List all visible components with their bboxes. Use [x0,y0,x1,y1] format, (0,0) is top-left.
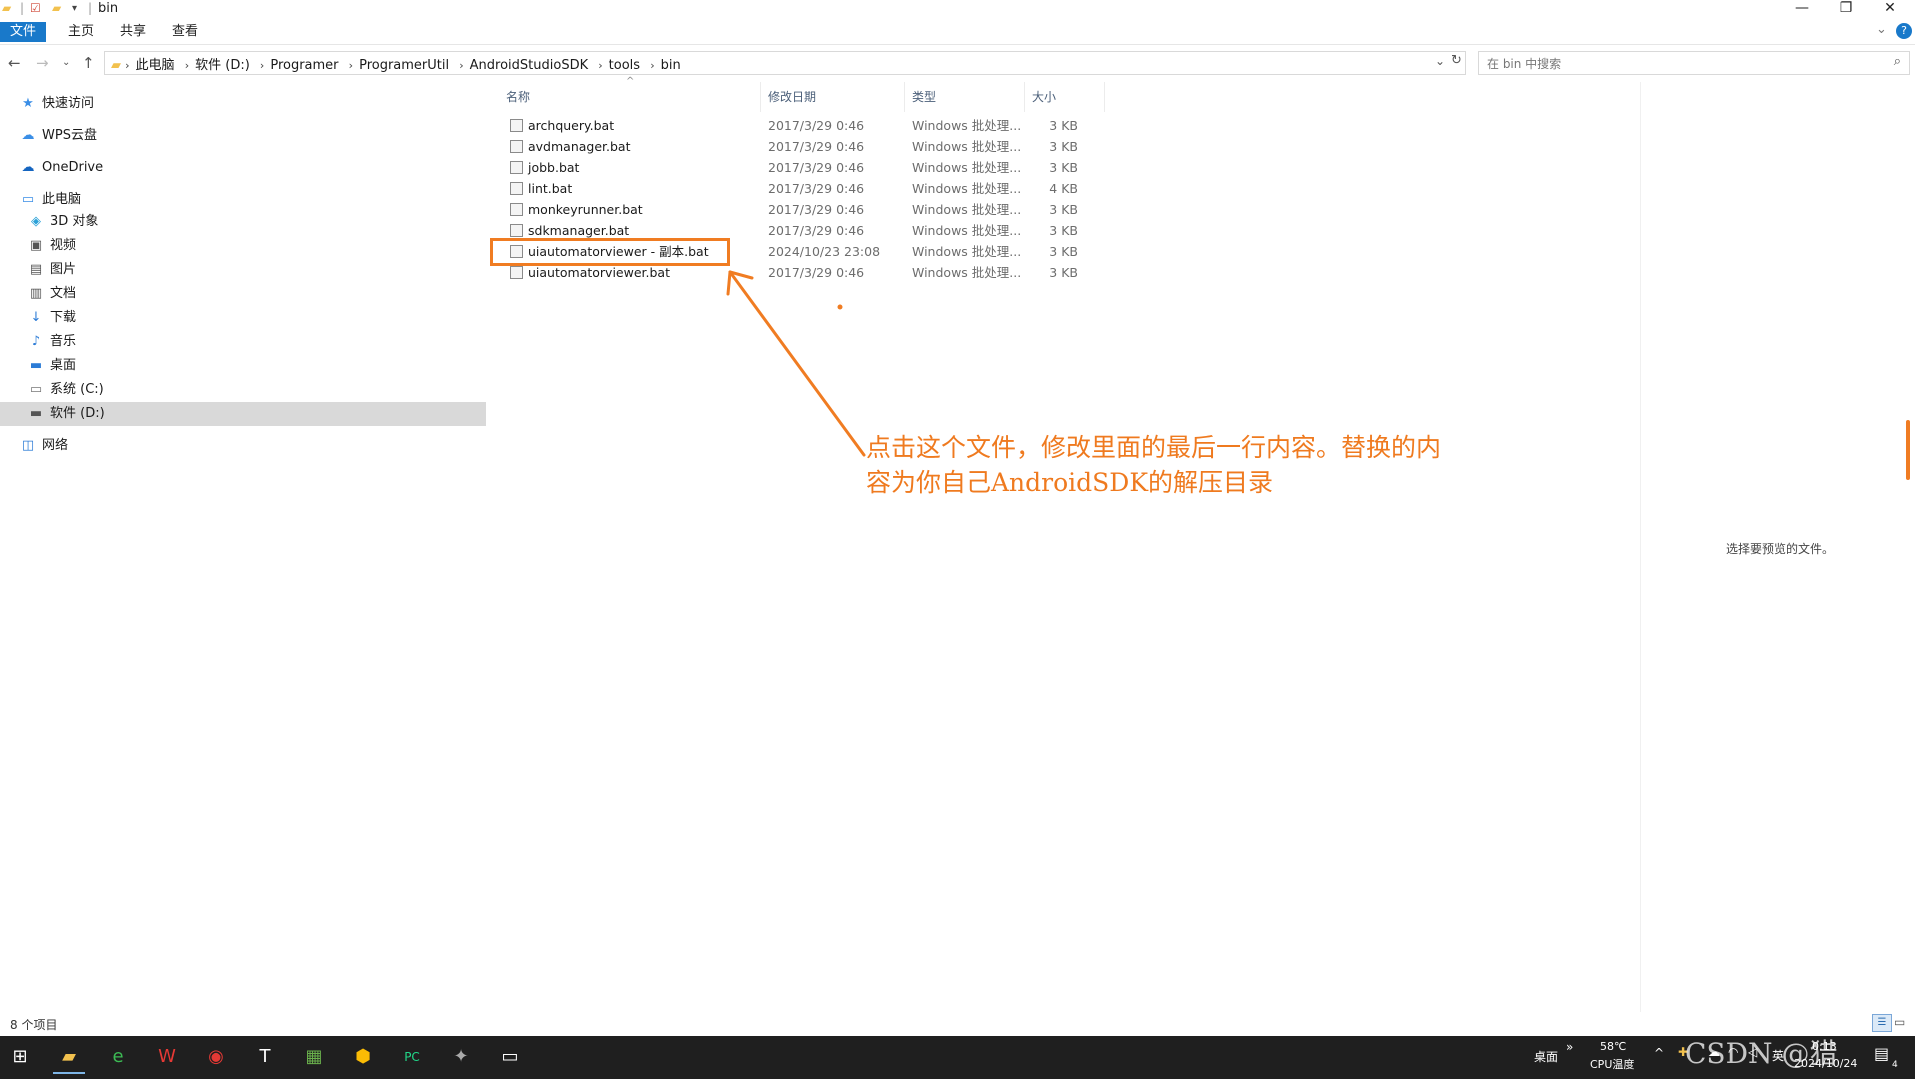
scrollbar-thumb[interactable] [1906,420,1910,480]
taskbar-typora-icon[interactable]: T [249,1042,281,1072]
taskbar-browser-icon[interactable]: e [102,1042,134,1072]
taskbar-music-icon[interactable]: ◉ [200,1042,232,1072]
taskbar: ⊞ ▰ e W ◉ T ▦ ⬢ PC ✦ ▭ 桌面 » 58℃ CPU温度 ^ ✚ ☁ ◠ ◁ 英 … [0,1036,1915,1079]
tray-expand-icon[interactable]: ^ [1654,1046,1664,1060]
notification-count: 4 [1892,1060,1898,1070]
taskbar-terminal-icon[interactable]: ▭ [494,1042,526,1072]
preview-divider[interactable] [1640,82,1641,1012]
toolbar-chevron-icon[interactable]: » [1566,1040,1573,1054]
annotation-line-2: 容为你自己AndroidSDK的解压目录 [866,468,1274,497]
watermark: CSDN @猎 [1685,1037,1838,1070]
cpu-temp: 58℃ [1600,1040,1627,1053]
taskbar-start-icon[interactable]: ⊞ [4,1042,36,1072]
stray-dot [837,304,843,310]
preview-message: 选择要预览的文件。 [1726,542,1835,556]
taskbar-paint-icon[interactable]: ✦ [445,1042,477,1072]
arrow-shaft [728,270,866,457]
large-icons-view-icon[interactable]: ▭ [1894,1015,1905,1029]
notification-icon[interactable]: ▤ [1874,1044,1889,1063]
annotation-text: 点击这个文件，修改里面的最后一行内容。替换的内 容为你自己AndroidSDK的… [866,430,1526,500]
item-count: 8 个项目 [10,1018,58,1032]
desktop-label[interactable]: 桌面 [1534,1048,1558,1065]
annotation-arrow [726,270,866,457]
taskbar-pycharm-icon[interactable]: PC [396,1042,428,1072]
taskbar-notepad-icon[interactable]: ▦ [298,1042,330,1072]
taskbar-wps-icon[interactable]: W [151,1042,183,1072]
taskbar-chrome-icon[interactable]: ⬢ [347,1042,379,1072]
taskbar-explorer-icon[interactable]: ▰ [53,1042,85,1074]
annotation-line-1: 点击这个文件，修改里面的最后一行内容。替换的内 [866,433,1442,462]
details-view-icon[interactable]: ☰ [1872,1014,1892,1032]
cpu-temp-label: CPU温度 [1590,1058,1635,1071]
